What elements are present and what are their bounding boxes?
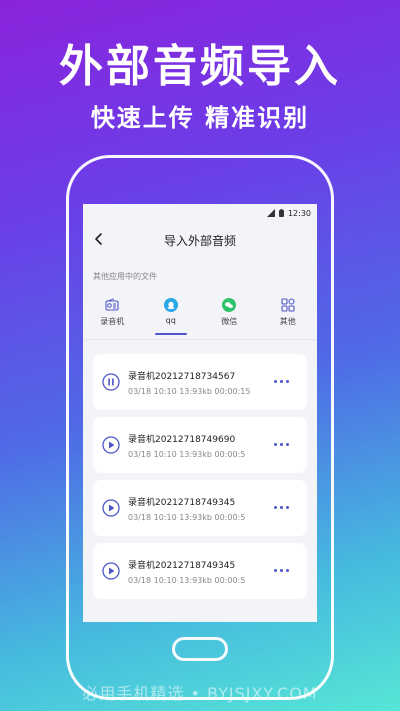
nav-bar: 导入外部音频 <box>83 222 317 258</box>
more-icon[interactable] <box>274 443 289 446</box>
file-info: 录音机20212718749690 03/18 10:10 13:93kb 00… <box>128 432 245 459</box>
file-info: 录音机20212718749345 03/18 10:10 13:93kb 00… <box>128 495 245 522</box>
tab-qq[interactable]: qq <box>142 290 201 339</box>
file-meta: 03/18 10:10 13:93kb 00:00:5 <box>128 512 246 522</box>
watermark: 必用手机精选 • BYJSJXY.COM <box>82 684 318 703</box>
tab-label: 其他 <box>279 317 296 326</box>
more-icon[interactable] <box>274 380 289 383</box>
tab-wechat[interactable]: 微信 <box>200 290 259 339</box>
file-item[interactable]: 录音机20212718734567 03/18 10:10 13:93kb 00… <box>93 354 307 410</box>
promo-subline: 快速上传 精准识别 <box>90 104 310 132</box>
file-name: 录音机20212718749345 <box>128 497 236 508</box>
file-item[interactable]: 录音机20212718749345 03/18 10:10 13:93kb 00… <box>93 543 307 599</box>
qq-icon <box>163 298 178 312</box>
file-meta: 03/18 10:10 13:93kb 00:00:5 <box>128 449 246 459</box>
file-meta: 03/18 10:10 13:93kb 00:00:5 <box>128 575 246 585</box>
phone-screen: 12:30 导入外部音频 其他应用中的文件 录音机 qq 微信 其他 录音机20… <box>83 204 317 622</box>
file-name: 录音机20212718749690 <box>128 434 236 445</box>
file-info: 录音机20212718749345 03/18 10:10 13:93kb 00… <box>128 558 245 585</box>
tab-label: 微信 <box>221 317 238 326</box>
file-meta: 03/18 10:10 13:93kb 00:00:15 <box>128 386 251 396</box>
file-name: 录音机20212718734567 <box>128 371 236 382</box>
file-list: 录音机20212718734567 03/18 10:10 13:93kb 00… <box>83 340 317 599</box>
source-tabs: 录音机 qq 微信 其他 <box>83 290 317 340</box>
radio-icon <box>105 298 119 311</box>
section-label: 其他应用中的文件 <box>93 272 157 281</box>
tab-other[interactable]: 其他 <box>259 290 318 339</box>
tab-label: 录音机 <box>100 317 125 326</box>
play-icon[interactable] <box>102 436 120 454</box>
phone-home-button <box>172 637 228 661</box>
battery-icon <box>278 209 284 217</box>
play-icon[interactable] <box>102 499 120 517</box>
signal-icon <box>266 209 275 217</box>
pause-icon[interactable] <box>102 373 120 391</box>
status-bar: 12:30 <box>83 204 317 222</box>
play-icon[interactable] <box>102 562 120 580</box>
tab-recorder[interactable]: 录音机 <box>83 290 142 339</box>
file-info: 录音机20212718734567 03/18 10:10 13:93kb 00… <box>128 369 250 396</box>
file-name: 录音机20212718749345 <box>128 560 236 571</box>
more-icon[interactable] <box>274 506 289 509</box>
file-item[interactable]: 录音机20212718749345 03/18 10:10 13:93kb 00… <box>93 480 307 536</box>
status-time: 12:30 <box>287 208 311 218</box>
grid-icon <box>281 298 295 312</box>
more-icon[interactable] <box>274 569 289 572</box>
promo-headline: 外部音频导入 <box>59 41 341 92</box>
wechat-icon <box>222 298 237 312</box>
back-arrow-icon[interactable] <box>91 231 107 247</box>
tab-label: qq <box>165 316 176 325</box>
page-title: 导入外部音频 <box>163 233 236 248</box>
file-item[interactable]: 录音机20212718749690 03/18 10:10 13:93kb 00… <box>93 417 307 473</box>
